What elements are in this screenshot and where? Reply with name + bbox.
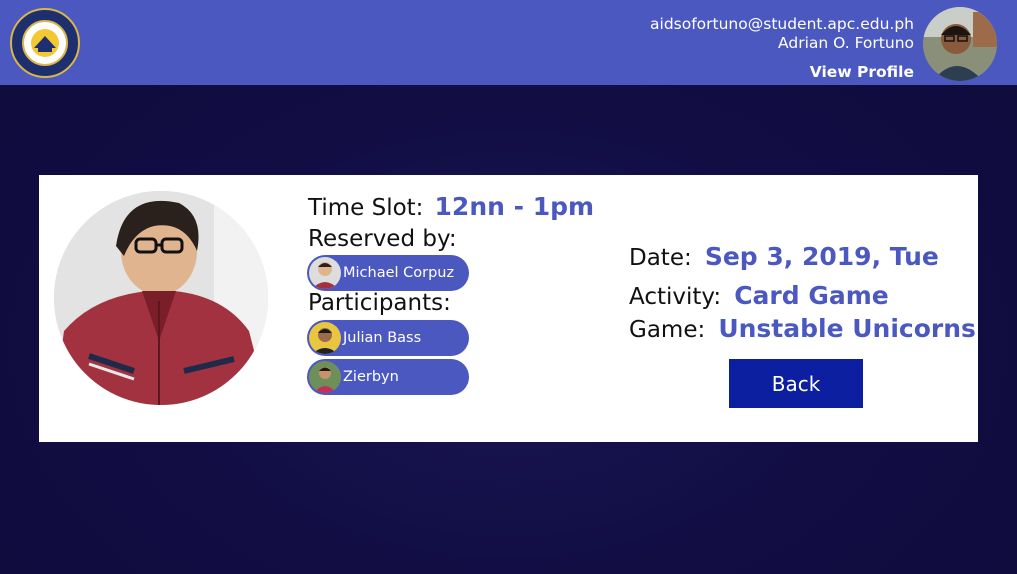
reserver-name: Michael Corpuz <box>343 265 455 281</box>
participants-label: Participants: <box>308 290 451 316</box>
activity-value: Card Game <box>734 281 889 310</box>
participant-name: Julian Bass <box>343 330 422 346</box>
activity-row: Activity: Card Game <box>629 281 889 310</box>
participant-avatar <box>309 322 341 354</box>
time-slot-row: Time Slot: 12nn - 1pm <box>308 192 594 221</box>
college-logo-icon[interactable] <box>10 8 80 78</box>
back-button[interactable]: Back <box>729 359 863 408</box>
participant-pill[interactable]: Zierbyn Rosento <box>307 359 469 421</box>
reservation-card: Time Slot: 12nn - 1pm Reserved by: Micha… <box>39 175 978 442</box>
game-label: Game: <box>629 317 706 343</box>
user-name: Adrian O. Fortuno <box>778 34 914 52</box>
top-header: aidsofortuno@student.apc.edu.ph Adrian O… <box>0 0 1017 85</box>
user-email: aidsofortuno@student.apc.edu.ph <box>650 15 914 33</box>
activity-label: Activity: <box>629 284 722 310</box>
user-info: aidsofortuno@student.apc.edu.ph Adrian O… <box>650 15 914 82</box>
reserver-photo <box>54 191 268 405</box>
reserver-pill[interactable]: Michael Corpuz <box>307 255 469 291</box>
game-value: Unstable Unicorns <box>718 314 976 343</box>
date-value: Sep 3, 2019, Tue <box>704 242 939 271</box>
participant-pill[interactable]: Julian Bass <box>307 320 469 356</box>
time-slot-label: Time Slot: <box>308 195 424 221</box>
view-profile-link[interactable]: View Profile <box>650 62 914 82</box>
reserver-avatar <box>309 257 341 289</box>
user-avatar[interactable] <box>923 7 997 81</box>
time-slot-value: 12nn - 1pm <box>434 192 595 221</box>
date-row: Date: Sep 3, 2019, Tue <box>629 242 939 271</box>
game-row: Game: Unstable Unicorns <box>629 314 976 343</box>
participant-name: Zierbyn Rosento <box>343 369 402 421</box>
participant-avatar <box>309 361 341 393</box>
reserved-by-label: Reserved by: <box>308 226 457 252</box>
date-label: Date: <box>629 245 692 271</box>
